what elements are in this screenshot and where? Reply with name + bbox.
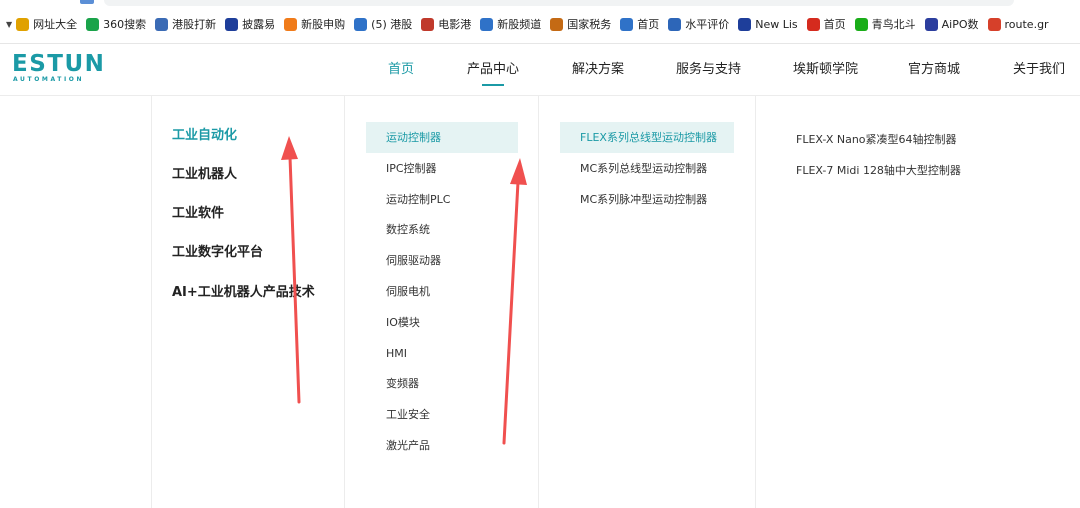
cross-icon xyxy=(225,17,239,31)
bookmark-label: 港股打新 xyxy=(172,18,217,31)
products-mega-menu: 工业自动化 工业机器人 工业软件 工业数字化平台 AI+工业机器人产品技术 运动… xyxy=(0,96,1080,508)
stock-icon xyxy=(155,17,169,31)
subcategory-servo-drive[interactable]: 伺服驱动器 xyxy=(366,245,518,276)
nav-official-store-label: 官方商城 xyxy=(908,62,961,77)
menu-divider xyxy=(755,96,756,508)
bookmark-item[interactable]: 水平评价 xyxy=(668,16,729,32)
diamond-icon xyxy=(987,17,1001,31)
menu-divider xyxy=(538,96,539,508)
subcategory-cnc-system[interactable]: 数控系统 xyxy=(366,214,518,245)
category-industrial-automation[interactable]: 工业自动化 xyxy=(172,124,237,143)
series-mc-bus-controller[interactable]: MC系列总线型运动控制器 xyxy=(560,153,734,184)
nav-solutions-label: 解决方案 xyxy=(572,62,625,77)
bookmark-label: New Lis xyxy=(755,17,798,31)
nav-official-store[interactable]: 官方商城 xyxy=(908,58,960,77)
aipo-icon xyxy=(924,17,938,31)
bookmark-label: 新股频道 xyxy=(497,18,542,31)
nav-active-underline xyxy=(482,84,504,86)
category-industrial-software[interactable]: 工业软件 xyxy=(172,202,224,221)
bookmark-label: 网址大全 xyxy=(33,18,78,31)
nav-academy[interactable]: 埃斯顿学院 xyxy=(793,58,858,77)
globe-icon xyxy=(16,17,30,31)
subcategory-inverter[interactable]: 变频器 xyxy=(366,368,518,399)
wechat-icon xyxy=(854,17,868,31)
menu-divider xyxy=(151,96,152,508)
emblem-icon xyxy=(550,17,564,31)
site-header: ESTUN AUTOMATION 首页 产品中心 解决方案 服务与支持 埃斯顿学… xyxy=(0,44,1080,96)
series-flex-bus-controller[interactable]: FLEX系列总线型运动控制器 xyxy=(560,122,734,153)
bookmark-item[interactable]: 首页 xyxy=(620,16,659,32)
subcategory-motion-plc[interactable]: 运动控制PLC xyxy=(366,184,518,215)
nav-home[interactable]: 首页 xyxy=(388,58,414,77)
subcategory-motion-controller[interactable]: 运动控制器 xyxy=(366,122,518,153)
logo-subtitle: AUTOMATION xyxy=(13,76,85,83)
nav-products-label: 产品中心 xyxy=(467,62,520,77)
x-icon xyxy=(738,17,752,31)
tab-icon xyxy=(80,0,94,4)
tree-icon xyxy=(668,17,682,31)
film-icon xyxy=(421,17,435,31)
bookmark-label: (5) 港股 xyxy=(371,18,413,31)
subcategory-industrial-safety[interactable]: 工业安全 xyxy=(366,399,518,430)
nav-about-us-label: 关于我们 xyxy=(1013,62,1066,77)
app-icon xyxy=(354,17,368,31)
subcategory-servo-motor[interactable]: 伺服电机 xyxy=(366,276,518,307)
bookmark-item[interactable]: 青鸟北斗 xyxy=(854,16,916,32)
bookmark-item[interactable]: 新股频道 xyxy=(480,16,541,32)
bookmark-item[interactable]: 首页 xyxy=(806,16,846,32)
bookmark-item[interactable]: 360搜索 xyxy=(86,16,146,32)
bookmark-item[interactable]: 披露易 xyxy=(225,16,275,32)
search360-icon xyxy=(86,17,100,31)
nav-products[interactable]: 产品中心 xyxy=(467,58,520,86)
nav-service-support-label: 服务与支持 xyxy=(676,62,742,77)
address-bar-edge[interactable] xyxy=(104,0,1014,6)
product-flex-7-midi[interactable]: FLEX-7 Midi 128轴中大型控制器 xyxy=(796,162,961,178)
bookmarks-bar: ▼ 网址大全 360搜索 港股打新 披露易 新股申购 (5) 港股 电影港 新股频道 国家税务 首… xyxy=(0,0,1080,44)
bookmark-item[interactable]: 电影港 xyxy=(421,16,471,32)
product-flex-x-nano[interactable]: FLEX-X Nano紧凑型64轴控制器 xyxy=(796,131,957,147)
nav-service-support[interactable]: 服务与支持 xyxy=(676,58,741,77)
mountain-icon xyxy=(480,17,494,31)
subcategory-hmi[interactable]: HMI xyxy=(366,338,518,369)
category-industrial-robots[interactable]: 工业机器人 xyxy=(172,163,237,182)
bookmark-item[interactable]: 国家税务 xyxy=(550,16,611,32)
subcategory-io-module[interactable]: IO模块 xyxy=(366,307,518,338)
menu-divider xyxy=(344,96,345,508)
bookmark-label: 新股申购 xyxy=(301,18,346,31)
nav-solutions[interactable]: 解决方案 xyxy=(572,58,624,77)
subcategory-laser-products[interactable]: 激光产品 xyxy=(366,430,518,461)
series-mc-pulse-controller[interactable]: MC系列脉冲型运动控制器 xyxy=(560,184,734,215)
chart-icon xyxy=(620,17,634,31)
weibo-icon xyxy=(806,17,820,31)
bookmark-label: 水平评价 xyxy=(685,18,730,31)
bookmark-label: 披露易 xyxy=(242,18,276,31)
bookmark-label: 青鸟北斗 xyxy=(871,18,916,31)
bookmarks-menu-caret-icon[interactable]: ▼ xyxy=(6,20,12,29)
bookmark-item[interactable]: 港股打新 xyxy=(155,16,216,32)
category-ai-robot-tech[interactable]: AI+工业机器人产品技术 xyxy=(172,281,315,300)
bookmark-label: 首页 xyxy=(823,18,846,31)
logo-wordmark: ESTUN xyxy=(12,51,106,77)
subcategory-ipc-controller[interactable]: IPC控制器 xyxy=(366,153,518,184)
bookmark-item[interactable]: 新股申购 xyxy=(284,16,345,32)
bookmark-list: ▼ 网址大全 360搜索 港股打新 披露易 新股申购 (5) 港股 电影港 新股频道 国家税务 首… xyxy=(6,14,1058,34)
bookmark-label: AiPO数 xyxy=(941,18,979,31)
nav-academy-label: 埃斯顿学院 xyxy=(793,62,859,77)
estun-logo[interactable]: ESTUN AUTOMATION xyxy=(12,52,105,84)
bookmark-item[interactable]: 网址大全 xyxy=(16,16,77,32)
bookmark-item[interactable]: route.gr xyxy=(987,17,1049,31)
bookmark-label: 国家税务 xyxy=(567,18,612,31)
bookmark-item[interactable]: New Lis xyxy=(738,17,798,31)
bookmark-label: 电影港 xyxy=(438,18,472,31)
bird-icon xyxy=(284,17,298,31)
nav-about-us[interactable]: 关于我们 xyxy=(1013,58,1065,77)
category-digital-platform[interactable]: 工业数字化平台 xyxy=(172,241,263,260)
bookmark-item[interactable]: AiPO数 xyxy=(924,16,979,32)
bookmark-label: 首页 xyxy=(637,18,660,31)
bookmark-item[interactable]: (5) 港股 xyxy=(354,16,412,32)
nav-home-label: 首页 xyxy=(388,62,415,77)
bookmark-label: 360搜索 xyxy=(103,18,147,31)
bookmark-label: route.gr xyxy=(1004,17,1049,31)
